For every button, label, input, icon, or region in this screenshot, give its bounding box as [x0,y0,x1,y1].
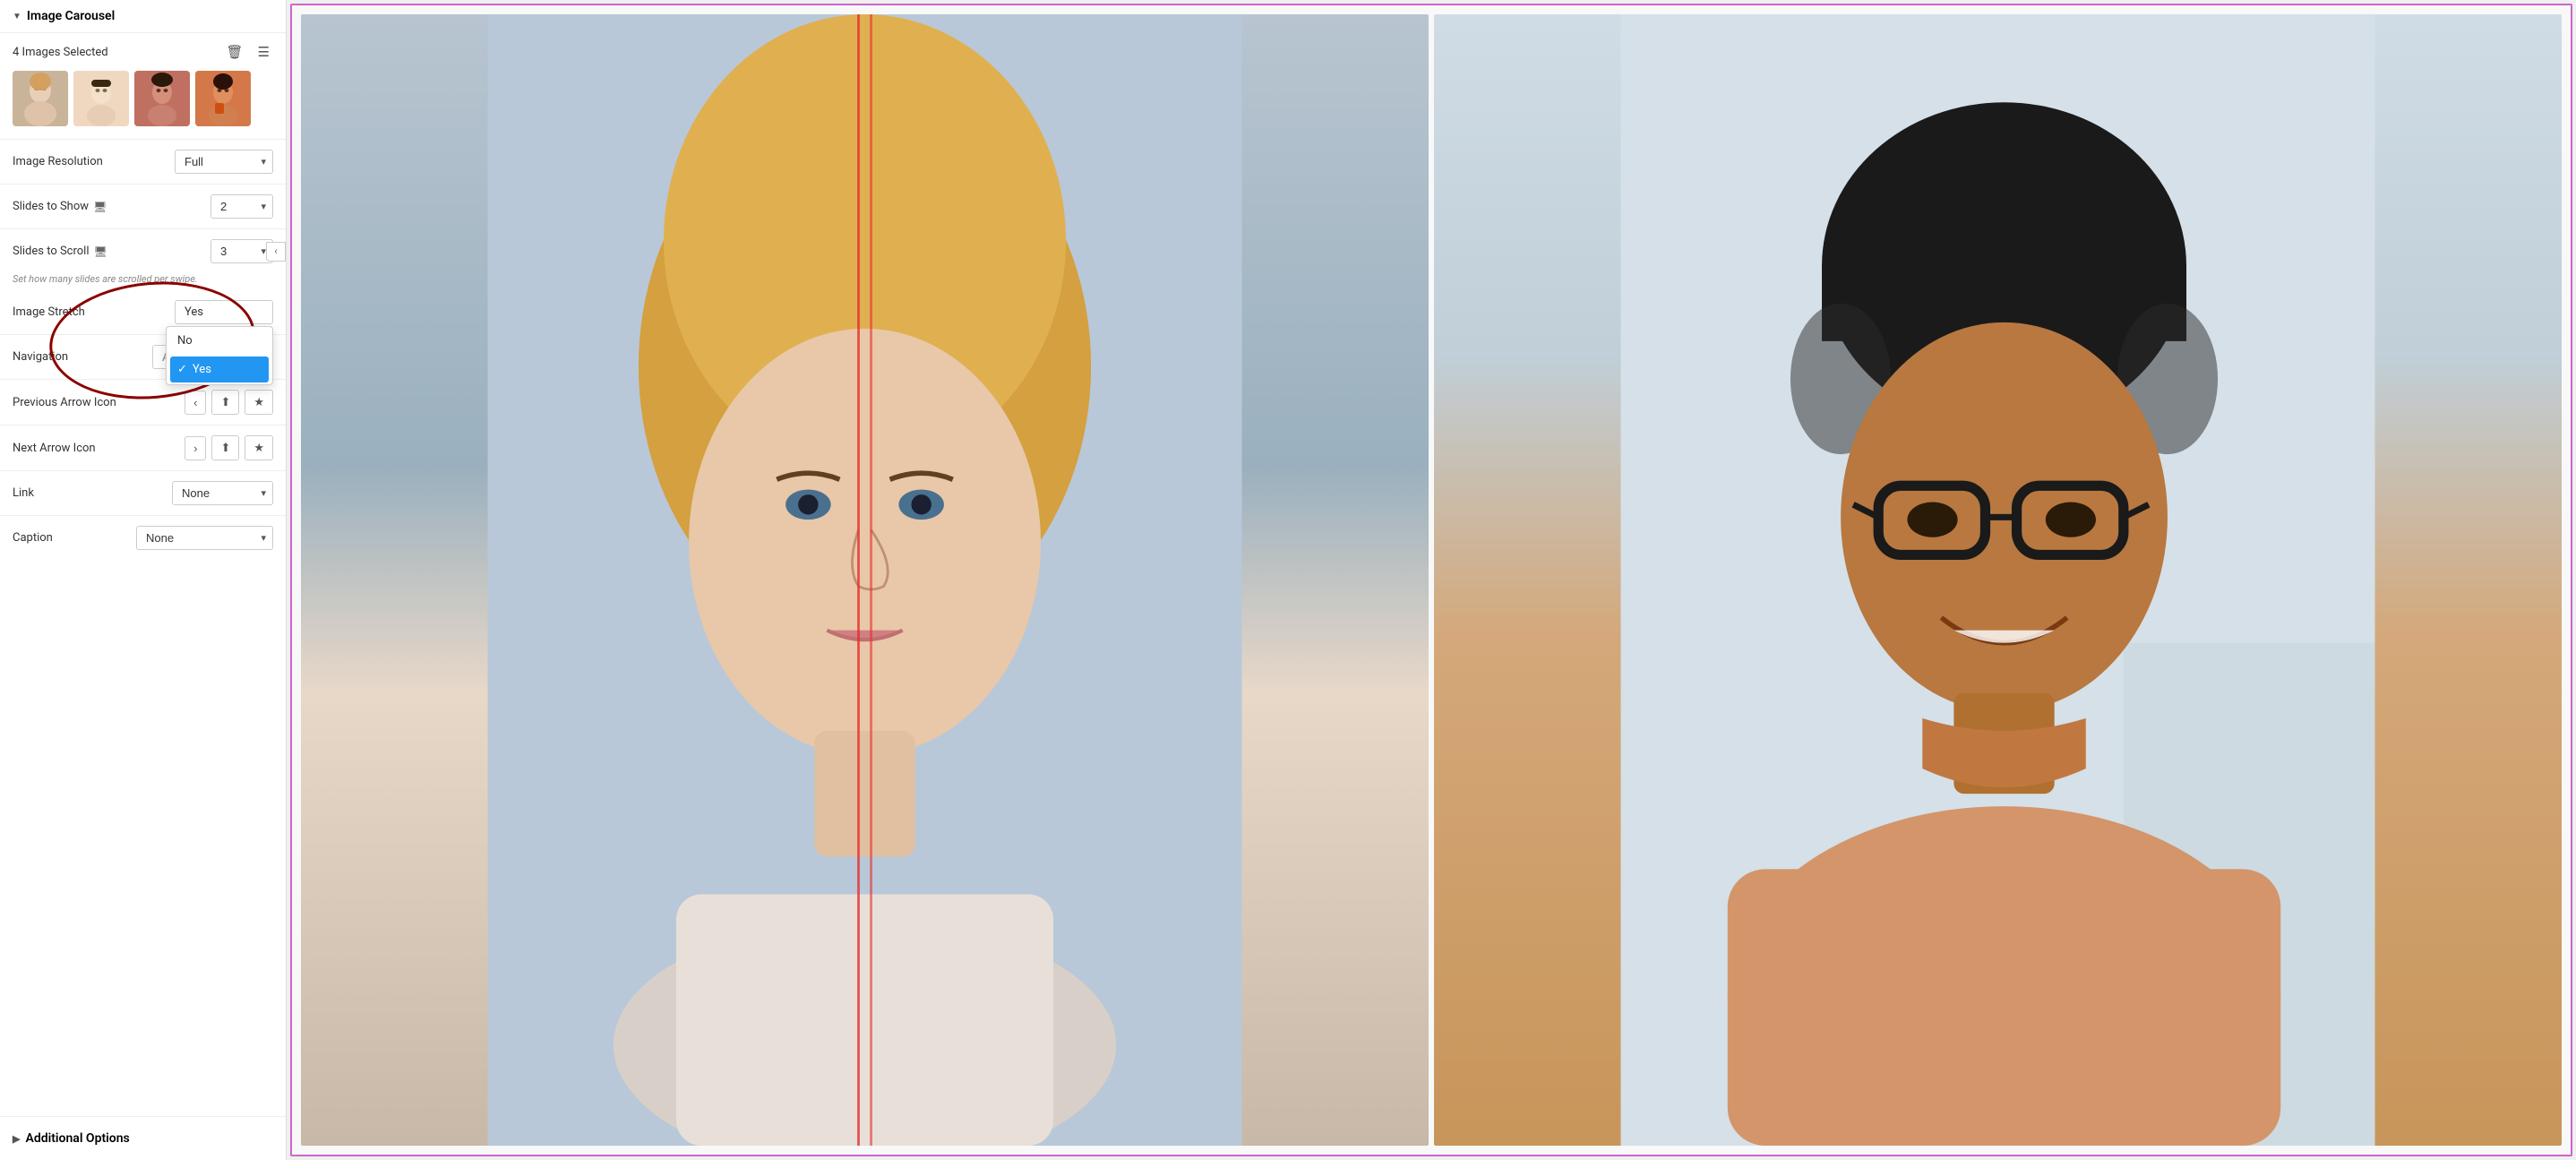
slides-to-scroll-select-wrapper: 1 2 3 4 ▾ [210,239,273,263]
caption-select[interactable]: None Attachment Caption Custom Caption [136,526,273,550]
additional-options[interactable]: ▶ Additional Options [0,1116,286,1160]
section-title: Image Carousel [27,9,115,23]
thumbnail-4[interactable] [195,71,251,126]
navigation-label: Navigation [13,350,152,364]
next-arrow-icon-label: Next Arrow Icon [13,442,179,455]
thumbnail-3[interactable] [134,71,190,126]
right-photo-panel [1434,14,2562,1146]
caption-select-wrapper: None Attachment Caption Custom Caption ▾ [136,526,273,550]
sidebar-collapse-toggle[interactable]: ‹ [266,242,286,262]
sidebar-spacer [0,558,286,1116]
monitor-icon-slides-scroll: 🖥 [94,245,107,258]
slides-to-show-row: Slides to Show 🖥 1 2 3 4 ▾ [0,186,286,227]
additional-options-chevron: ▶ [13,1133,20,1145]
slides-to-show-label: Slides to Show 🖥 [13,200,210,213]
link-row: Link None Media File Custom URL ▾ [0,473,286,513]
previous-arrow-upload-button[interactable]: ⬆ [211,390,239,415]
image-stretch-option-no[interactable]: No [167,327,272,355]
next-arrow-icon-row: Next Arrow Icon › ⬆ ★ [0,427,286,468]
link-select[interactable]: None Media File Custom URL [172,481,273,505]
previous-arrow-icon-row: Previous Arrow Icon ‹ ⬆ ★ [0,382,286,423]
sidebar: ▼ Image Carousel 4 Images Selected 🗑 ☰ [0,0,287,1160]
image-stretch-dropdown-container: Yes No ✓ Yes [175,300,273,324]
image-resolution-select-wrapper: Full Large Medium Thumbnail ▾ [175,150,273,174]
monitor-icon-slides-show: 🖥 [93,201,107,213]
main-preview [290,4,2572,1156]
slides-to-scroll-select[interactable]: 1 2 3 4 [210,239,273,263]
divider-3 [0,228,286,229]
image-resolution-label: Image Resolution [13,155,175,168]
link-select-wrapper: None Media File Custom URL ▾ [172,481,273,505]
no-option-label: No [177,334,193,348]
delete-images-button[interactable]: 🗑 [223,42,247,62]
thumbnail-2[interactable] [73,71,129,126]
slides-to-show-select[interactable]: 1 2 3 4 [210,194,273,219]
additional-options-label: Additional Options [25,1131,129,1146]
next-arrow-right-button[interactable]: › [185,436,206,460]
previous-arrow-left-button[interactable]: ‹ [185,391,206,415]
images-selected-row: 4 Images Selected 🗑 ☰ [0,33,286,67]
image-stretch-toggle[interactable]: Yes [175,300,273,324]
slides-scroll-hint: Set how many slides are scrolled per swi… [0,271,286,292]
images-selected-label: 4 Images Selected [13,46,216,59]
next-arrow-star-button[interactable]: ★ [245,435,273,460]
list-images-button[interactable]: ☰ [254,42,273,62]
previous-arrow-icon-label: Previous Arrow Icon [13,396,179,409]
thumbnail-1[interactable] [13,71,68,126]
section-header[interactable]: ▼ Image Carousel [0,0,286,33]
caption-label: Caption [13,531,136,545]
image-stretch-current-value: Yes [185,305,203,319]
thumbnails-row [0,67,286,137]
previous-arrow-star-button[interactable]: ★ [245,390,273,415]
caption-row: Caption None Attachment Caption Custom C… [0,518,286,558]
next-arrow-upload-button[interactable]: ⬆ [211,435,239,460]
divider-2 [0,184,286,185]
divider-1 [0,139,286,140]
divider-7 [0,470,286,471]
checkmark-icon: ✓ [177,363,187,376]
left-photo-panel [301,14,1429,1146]
image-resolution-select[interactable]: Full Large Medium Thumbnail [175,150,273,174]
slides-to-scroll-label: Slides to Scroll 🖥 [13,245,210,258]
image-stretch-dropdown: No ✓ Yes [166,326,273,385]
image-stretch-label: Image Stretch [13,305,175,319]
slides-to-show-select-wrapper: 1 2 3 4 ▾ [210,194,273,219]
slides-to-scroll-row: Slides to Scroll 🖥 1 2 3 4 ▾ ‹ [0,231,286,271]
image-stretch-option-yes[interactable]: ✓ Yes [170,357,269,382]
yes-option-label: Yes [193,363,211,376]
image-resolution-row: Image Resolution Full Large Medium Thumb… [0,142,286,182]
divider-8 [0,515,286,516]
collapse-chevron[interactable]: ▼ [13,12,21,21]
link-label: Link [13,486,172,500]
image-stretch-row: Image Stretch Yes No ✓ Yes [0,292,286,332]
